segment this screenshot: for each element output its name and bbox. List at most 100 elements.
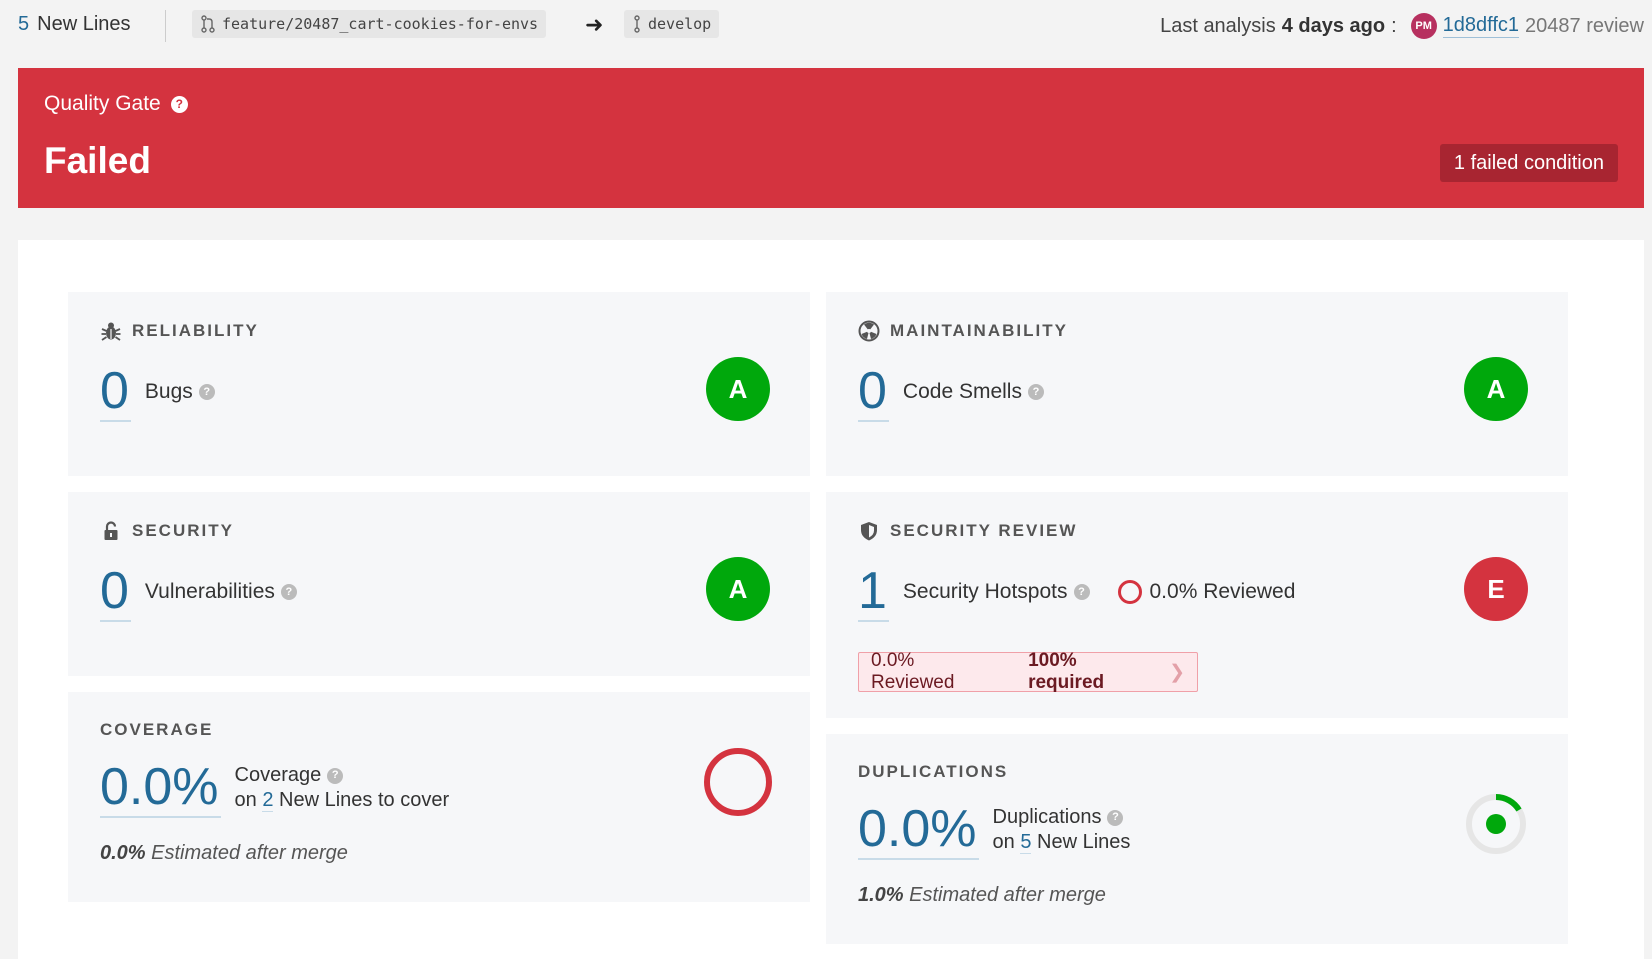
reliability-title-text: RELIABILITY (132, 321, 259, 340)
review-label: 20487 review (1525, 14, 1644, 37)
condition-required: 100% required (1028, 650, 1105, 693)
bugs-metric: 0 Bugs? (100, 362, 215, 422)
bugs-label-text: Bugs (144, 380, 193, 403)
hotspots-label: Security Hotspots? (903, 580, 1090, 604)
duplications-value[interactable]: 0.0% (858, 800, 979, 860)
new-lines-count[interactable]: 5 (18, 13, 29, 35)
hotspots-help-icon[interactable]: ? (1073, 584, 1090, 600)
lock-icon (104, 521, 118, 540)
quality-gate-status: Failed (44, 140, 151, 181)
vulnerabilities-help-icon[interactable]: ? (280, 584, 297, 600)
security-review-title: SECURITY REVIEW (858, 520, 1077, 542)
security-title: SECURITY (100, 520, 234, 542)
target-branch-name: develop (648, 15, 712, 33)
maintainability-title-text: MAINTAINABILITY (890, 321, 1068, 340)
radiation-icon (858, 320, 880, 342)
maintainability-card: MAINTAINABILITY 0 Code Smells? A (826, 292, 1568, 476)
pull-request-icon (201, 15, 215, 33)
coverage-details: Coverage? on 2 New Lines to cover (234, 763, 450, 813)
reliability-card: RELIABILITY 0 Bugs? A (68, 292, 810, 476)
duplications-donut-icon (1466, 794, 1526, 854)
reliability-title: RELIABILITY (100, 320, 259, 342)
hotspots-metric: 1 Security Hotspots? 0.0% Reviewed (858, 562, 1295, 622)
shield-icon (861, 522, 877, 541)
coverage-estimate-value: 0.0% (100, 842, 146, 864)
code-smells-metric: 0 Code Smells? (858, 362, 1044, 422)
quality-gate-help-icon[interactable]: ? (170, 95, 188, 113)
quality-gate-banner: Quality Gate ? Failed 1 failed condition (18, 68, 1644, 208)
security-review-rating[interactable]: E (1464, 557, 1528, 621)
duplications-metric: 0.0% Duplications? on 5 New Lines (858, 800, 1130, 860)
quality-gate-label: Quality Gate (44, 92, 161, 115)
failed-conditions-badge[interactable]: 1 failed condition (1439, 144, 1618, 182)
bugs-label: Bugs? (145, 380, 215, 404)
last-analysis-time: 4 days ago (1281, 14, 1386, 37)
last-analysis: Last analysis 4 days ago: PM 1d8dffc1 20… (1160, 13, 1644, 39)
vulnerabilities-label: Vulnerabilities? (145, 580, 297, 604)
code-smells-label-text: Code Smells (902, 380, 1022, 403)
maintainability-title: MAINTAINABILITY (858, 320, 1068, 342)
bugs-value[interactable]: 0 (100, 362, 131, 422)
condition-reviewed: 0.0% Reviewed (871, 650, 955, 693)
duplications-label-text: Duplications (992, 806, 1102, 828)
coverage-estimate: 0.0% Estimated after merge (100, 842, 348, 865)
branch-icon (634, 15, 640, 33)
new-lines-summary: 5 New Lines (18, 13, 131, 36)
measures-panel: RELIABILITY 0 Bugs? A MAINTAINABILITY 0 … (18, 240, 1644, 959)
last-analysis-label: Last analysis (1160, 14, 1276, 37)
reviewed-ring-icon (1117, 580, 1142, 604)
header-divider (165, 10, 166, 42)
hotspots-label-text: Security Hotspots (902, 580, 1068, 603)
new-lines-label: New Lines (37, 13, 131, 35)
coverage-new-lines-count[interactable]: 2 (262, 789, 274, 812)
bugs-help-icon[interactable]: ? (198, 384, 215, 400)
security-rating[interactable]: A (706, 557, 770, 621)
maintainability-rating[interactable]: A (1464, 357, 1528, 421)
coverage-ring-icon (704, 748, 772, 816)
hotspots-condition-box[interactable]: 0.0% Reviewed 100% required ❯ (858, 650, 1198, 693)
duplications-new-lines-text: New Lines (1037, 831, 1131, 853)
vulnerabilities-label-text: Vulnerabilities (144, 580, 275, 603)
duplications-estimate: 1.0% Estimated after merge (858, 884, 1106, 907)
duplications-help-icon[interactable]: ? (1107, 809, 1124, 826)
target-branch: develop (624, 10, 720, 38)
vulnerabilities-value[interactable]: 0 (100, 562, 131, 622)
coverage-new-lines-text: New Lines to cover (279, 789, 450, 811)
security-review-title-text: SECURITY REVIEW (890, 521, 1078, 540)
coverage-title: COVERAGE (100, 720, 214, 739)
code-smells-value[interactable]: 0 (858, 362, 889, 422)
coverage-new-lines: on 2 New Lines to cover (234, 788, 450, 813)
duplications-label: Duplications? (993, 805, 1131, 830)
bug-icon (101, 322, 121, 341)
duplications-estimate-text: Estimated after merge (909, 884, 1106, 906)
coverage-label-text: Coverage (234, 764, 322, 786)
duplications-new-lines: on 5 New Lines (992, 830, 1131, 855)
reliability-rating[interactable]: A (706, 357, 770, 421)
chevron-right-icon: ❯ (1169, 661, 1185, 683)
avatar: PM (1410, 13, 1437, 39)
security-card: SECURITY 0 Vulnerabilities? A (68, 492, 810, 676)
duplications-card: DUPLICATIONS 0.0% Duplications? on 5 New… (826, 734, 1568, 944)
hotspots-reviewed-text: 0.0% Reviewed (1149, 580, 1296, 603)
security-review-card: SECURITY REVIEW 1 Security Hotspots? 0.0… (826, 492, 1568, 718)
vulnerabilities-metric: 0 Vulnerabilities? (100, 562, 297, 622)
duplications-title: DUPLICATIONS (858, 762, 1009, 781)
hotspots-value[interactable]: 1 (858, 562, 889, 622)
last-analysis-colon: : (1391, 14, 1397, 37)
code-smells-label: Code Smells? (903, 380, 1044, 404)
hotspots-reviewed: 0.0% Reviewed (1117, 580, 1296, 604)
analysis-header: 5 New Lines feature/20487_cart-cookies-fo… (0, 0, 1652, 52)
source-branch: feature/20487_cart-cookies-for-envs (192, 10, 547, 38)
commit-link[interactable]: 1d8dffc1 (1442, 14, 1520, 38)
code-smells-help-icon[interactable]: ? (1027, 384, 1044, 400)
coverage-help-icon[interactable]: ? (327, 767, 344, 784)
coverage-label: Coverage? (235, 763, 450, 788)
duplications-on: on (992, 831, 1015, 853)
coverage-value[interactable]: 0.0% (100, 758, 221, 818)
duplications-new-lines-count[interactable]: 5 (1020, 831, 1032, 854)
duplications-estimate-value: 1.0% (858, 884, 904, 906)
coverage-estimate-text: Estimated after merge (151, 842, 348, 864)
coverage-on: on (234, 789, 257, 811)
security-title-text: SECURITY (132, 521, 234, 540)
merge-arrow-icon: ➜ (585, 12, 604, 37)
